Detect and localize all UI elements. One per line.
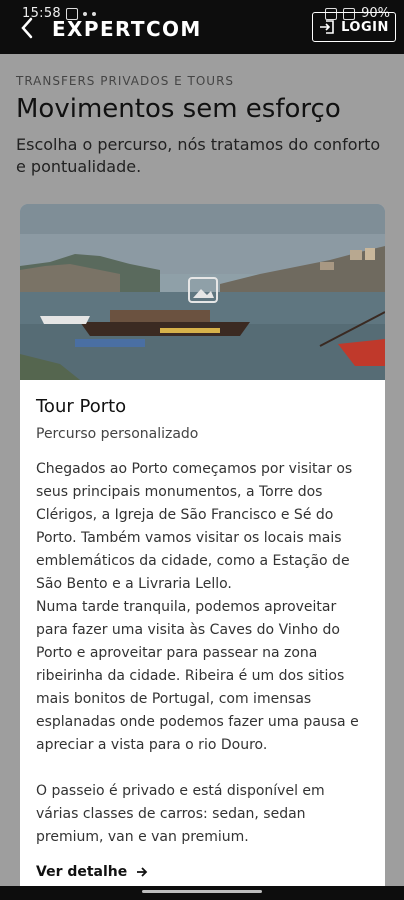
chevron-left-icon	[21, 17, 33, 39]
description-paragraph-1: Chegados ao Porto começamos por visitar …	[36, 461, 353, 592]
login-label: LOGIN	[341, 19, 389, 35]
view-details-label: Ver detalhe	[36, 864, 128, 880]
brand-logo: EXPERTCOM	[52, 17, 202, 41]
view-details-link[interactable]: Ver detalhe	[36, 864, 149, 880]
description-paragraph-3: O passeio é privado e está disponível em…	[36, 783, 325, 845]
page-subtitle: Escolha o percurso, nós tratamos do conf…	[16, 135, 381, 176]
card-title: Tour Porto	[36, 396, 127, 417]
back-button[interactable]	[14, 14, 40, 42]
page-title: Movimentos sem esforço	[16, 94, 341, 124]
login-button[interactable]: LOGIN	[312, 12, 396, 42]
card-description: Chegados ao Porto começamos por visitar …	[36, 458, 370, 849]
app-header: 15:58 90% EXPERTCOM LOGIN	[0, 0, 404, 54]
home-gesture-handle[interactable]	[142, 890, 262, 893]
arrow-right-icon	[137, 867, 148, 877]
more-notifications-icon	[91, 11, 96, 16]
login-icon	[320, 20, 334, 34]
main-content: TRANSFERS PRIVADOS E TOURS Movimentos se…	[0, 54, 404, 886]
system-navigation-bar	[0, 886, 404, 900]
card-subtitle: Percurso personalizado	[36, 426, 199, 442]
tour-image	[20, 204, 385, 380]
tour-card[interactable]: Tour Porto Percurso personalizado Chegad…	[20, 204, 385, 886]
section-eyebrow: TRANSFERS PRIVADOS E TOURS	[16, 74, 235, 88]
chat-notification-icon	[82, 11, 87, 16]
description-paragraph-2: Numa tarde tranquila, podemos aproveitar…	[36, 599, 359, 753]
